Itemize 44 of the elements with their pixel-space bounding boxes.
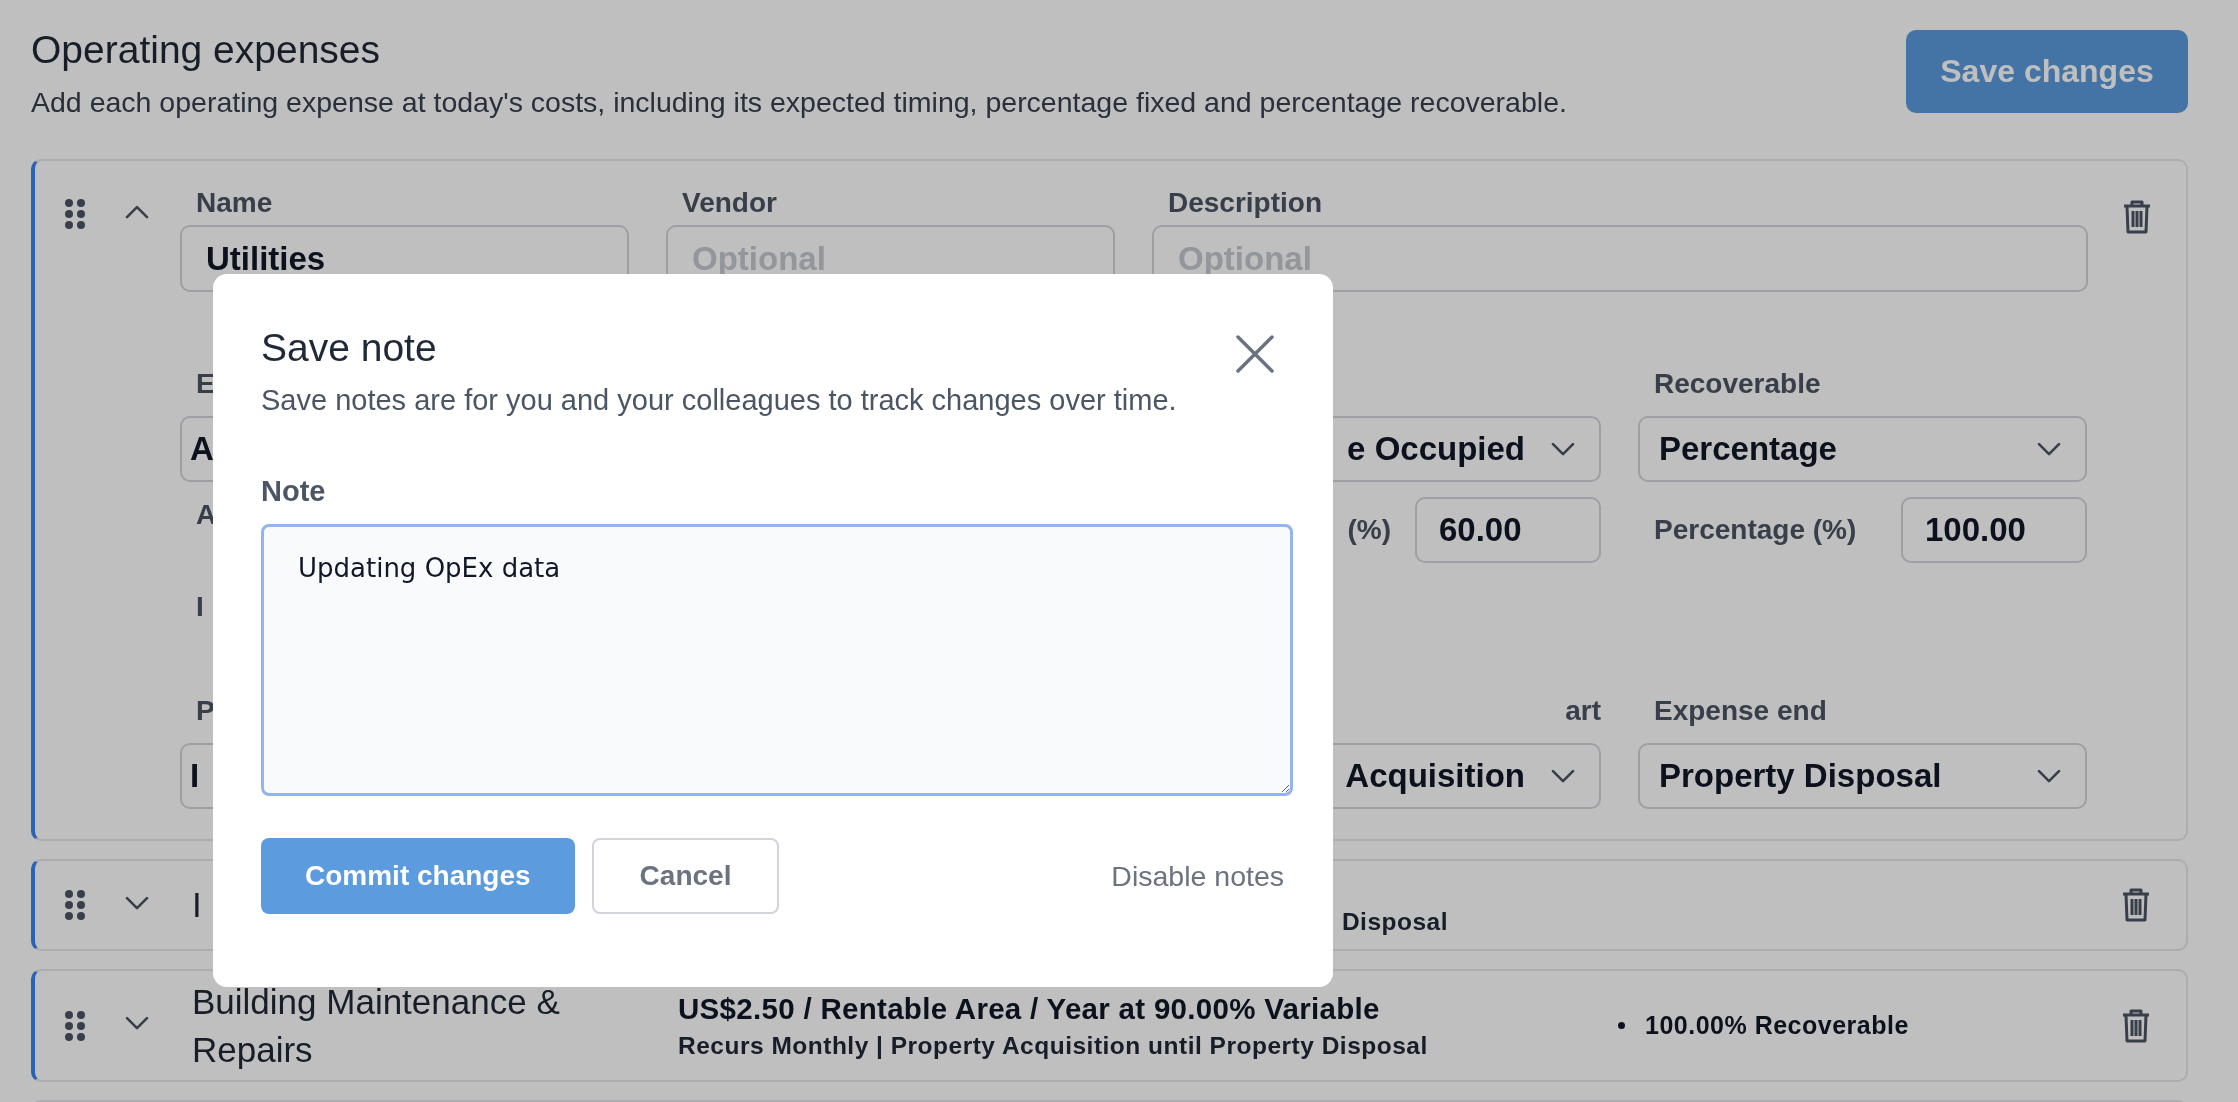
expense-name: I — [192, 884, 202, 926]
close-icon[interactable] — [1235, 334, 1275, 374]
field-label: Vendor — [682, 186, 777, 220]
drag-handle-icon[interactable] — [65, 890, 85, 920]
expense-name: Building Maintenance & Repairs — [192, 980, 561, 1071]
chevron-down-icon[interactable] — [2037, 768, 2061, 784]
field-label: I — [196, 590, 204, 624]
disable-notes-link[interactable]: Disable notes — [1111, 859, 1284, 893]
page-title: Operating expenses — [31, 28, 382, 72]
dropdown[interactable]: Percentage — [1638, 416, 2087, 482]
bullet-icon — [1618, 1022, 1625, 1029]
field-label: E — [196, 367, 215, 401]
trash-icon[interactable] — [2121, 887, 2151, 923]
drag-handle-icon[interactable] — [65, 199, 85, 229]
chevron-down-icon[interactable] — [125, 895, 149, 911]
chevron-down-icon[interactable] — [125, 1016, 149, 1031]
field-label: Recoverable — [1654, 367, 1821, 401]
field-label: art — [1565, 694, 1601, 728]
number-field[interactable]: 60.00 — [1415, 497, 1601, 563]
field-label: Expense end — [1654, 694, 1827, 728]
drag-handle-icon[interactable] — [65, 1010, 85, 1041]
chevron-down-icon[interactable] — [1551, 768, 1575, 784]
field-label: Description — [1168, 186, 1323, 220]
field-label: Name — [196, 186, 273, 220]
number-field[interactable]: 100.00 — [1901, 497, 2087, 563]
expense-summary: US$2.50 / Rentable Area / Year at 90.00% Variable — [678, 991, 1381, 1026]
note-field[interactable]: Updating OpEx data — [261, 524, 1293, 796]
expense-schedule: Recurs Monthly | Property Acquisition until Property Disposal — [678, 1031, 1428, 1060]
field-label: Percentage (%) — [1654, 513, 1857, 547]
page-subtitle: Add each operating expense at today's costs, including its expected timing, percentage fixed and percentage recoverable. — [31, 86, 1567, 119]
dialog-subtitle: Save notes are for you and your colleagues to track changes over time. — [261, 384, 1177, 417]
dropdown[interactable]: Property Disposal — [1638, 743, 2087, 809]
field-label: (%) — [1347, 513, 1391, 547]
note-label: Note — [261, 475, 327, 508]
cancel-button[interactable]: Cancel — [591, 838, 780, 914]
chevron-down-icon[interactable] — [1551, 441, 1575, 457]
chevron-up-icon — [125, 204, 149, 220]
dialog-title: Save note — [261, 326, 438, 370]
expense-schedule: Disposal — [1341, 908, 1448, 936]
chevron-down-icon[interactable] — [2037, 441, 2061, 457]
recoverable-text: 100.00% Recoverable — [1645, 1011, 1909, 1040]
trash-icon[interactable] — [2121, 1007, 2151, 1044]
field-label: P — [196, 694, 215, 728]
trash-icon[interactable] — [2122, 199, 2152, 235]
